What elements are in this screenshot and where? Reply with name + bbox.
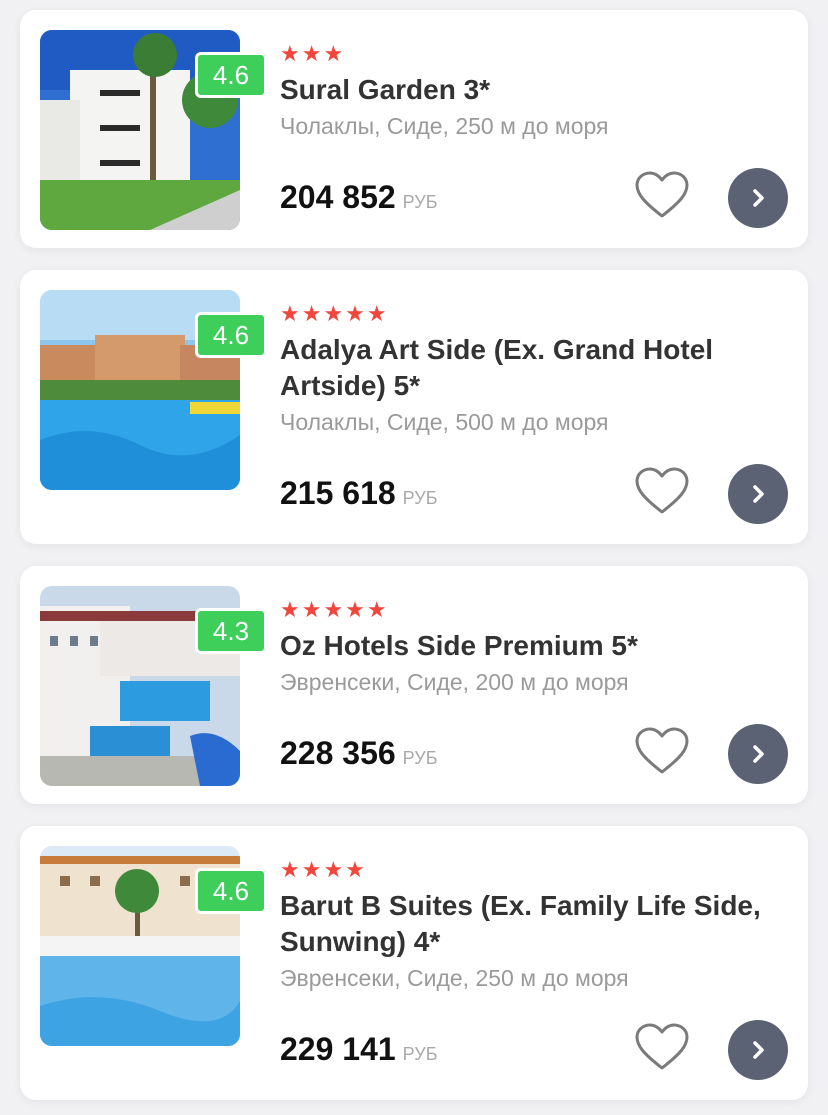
favorite-button[interactable] [634,170,690,220]
star-rating: ★★★ [280,41,346,66]
hotel-price: 229 141 [280,1031,396,1067]
favorite-button[interactable] [634,1022,690,1072]
hotel-list: 4.6 ★★★ Sural Garden 3* Чолаклы, Сиде, 2… [0,0,828,1115]
hotel-name[interactable]: Barut B Suites (Ex. Family Life Side, Su… [280,888,780,960]
price-row: 229 141 РУБ [280,1031,438,1068]
favorite-button[interactable] [634,726,690,776]
rating-badge: 4.6 [195,868,267,914]
hotel-location: Чолаклы, Сиде, 500 м до моря [280,409,609,435]
hotel-price: 215 618 [280,475,396,511]
hotel-card[interactable]: 4.6 ★★★ Sural Garden 3* Чолаклы, Сиде, 2… [20,10,808,248]
price-currency: РУБ [402,748,438,768]
hotel-card[interactable]: 4.3 ★★★★★ Oz Hotels Side Premium 5* Эвре… [20,566,808,804]
heart-outline-icon [635,727,689,774]
price-row: 215 618 РУБ [280,475,438,512]
rating-badge: 4.6 [195,52,267,98]
open-hotel-button[interactable] [728,464,788,524]
hotel-info: ★★★★ Barut B Suites (Ex. Family Life Sid… [280,856,780,994]
star-rating: ★★★★ [280,857,367,882]
star-rating: ★★★★★ [280,301,389,326]
hotel-price: 228 356 [280,735,396,771]
favorite-button[interactable] [634,466,690,516]
hotel-location: Эвренсеки, Сиде, 200 м до моря [280,669,629,695]
heart-outline-icon [635,171,689,218]
hotel-name[interactable]: Oz Hotels Side Premium 5* [280,628,780,664]
open-hotel-button[interactable] [728,1020,788,1080]
chevron-right-icon [753,189,764,207]
open-hotel-button[interactable] [728,724,788,784]
price-row: 204 852 РУБ [280,179,438,216]
heart-outline-icon [635,1023,689,1070]
heart-outline-icon [635,467,689,514]
price-currency: РУБ [402,192,438,212]
hotel-location: Чолаклы, Сиде, 250 м до моря [280,113,609,139]
price-row: 228 356 РУБ [280,735,438,772]
hotel-name[interactable]: Adalya Art Side (Ex. Grand Hotel Artside… [280,332,780,404]
hotel-info: ★★★ Sural Garden 3* Чолаклы, Сиде, 250 м… [280,40,780,142]
hotel-location: Эвренсеки, Сиде, 250 м до моря [280,965,629,991]
rating-badge: 4.6 [195,312,267,358]
hotel-price: 204 852 [280,179,396,215]
star-rating: ★★★★★ [280,597,389,622]
hotel-card[interactable]: 4.6 ★★★★★ Adalya Art Side (Ex. Grand Hot… [20,270,808,544]
chevron-right-icon [753,1041,764,1059]
chevron-right-icon [753,745,764,763]
hotel-name[interactable]: Sural Garden 3* [280,72,780,108]
chevron-right-icon [753,485,764,503]
hotel-info: ★★★★★ Oz Hotels Side Premium 5* Эвренсек… [280,596,780,698]
price-currency: РУБ [402,488,438,508]
rating-badge: 4.3 [195,608,267,654]
price-currency: РУБ [402,1044,438,1064]
open-hotel-button[interactable] [728,168,788,228]
hotel-info: ★★★★★ Adalya Art Side (Ex. Grand Hotel A… [280,300,780,438]
hotel-card[interactable]: 4.6 ★★★★ Barut B Suites (Ex. Family Life… [20,826,808,1100]
